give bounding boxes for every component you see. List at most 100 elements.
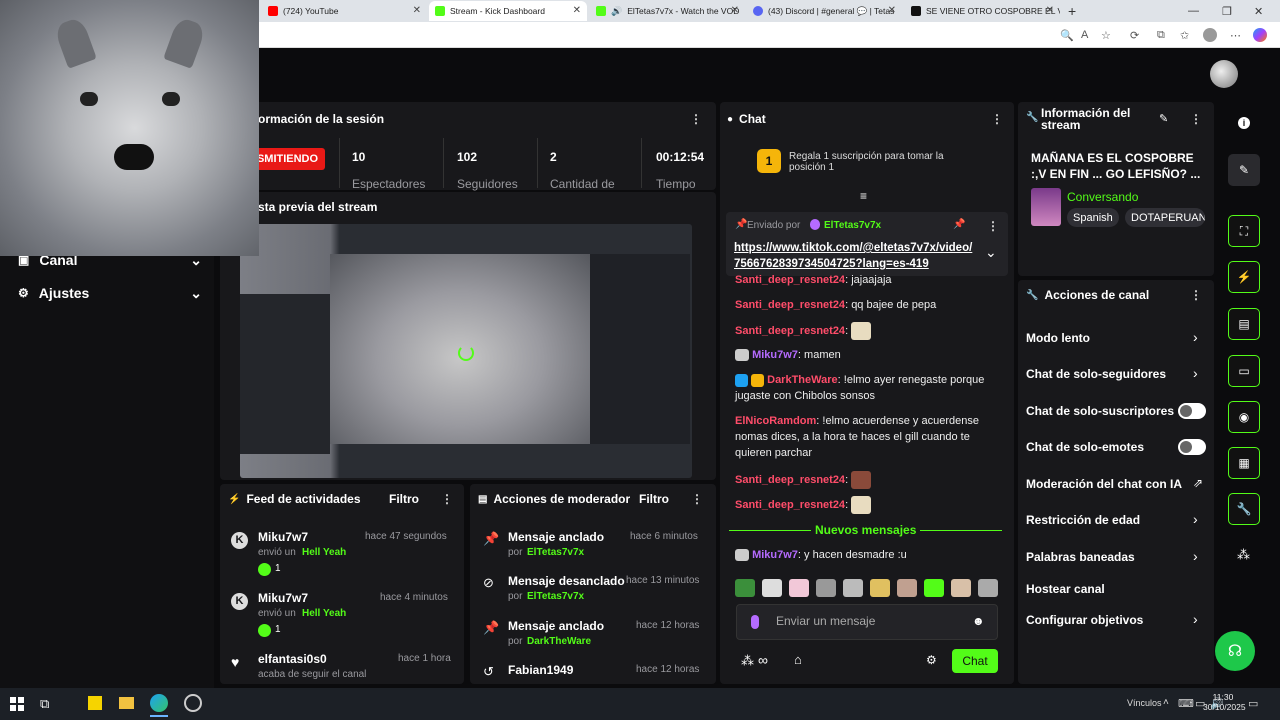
subs-only-toggle[interactable]	[1178, 403, 1206, 419]
external-link-icon[interactable]: ⇗	[1193, 476, 1203, 490]
chat-username[interactable]: Santi_deep_resnet24	[735, 274, 845, 286]
profile-avatar[interactable]	[1203, 28, 1217, 42]
browser-tab[interactable]: (724) YouTube ✕	[262, 1, 427, 21]
tag-chip[interactable]: Spanish	[1067, 208, 1119, 227]
emotes-only-toggle[interactable]	[1178, 439, 1206, 455]
age-restriction-row[interactable]: Restricción de edad	[1026, 513, 1140, 527]
emote-icon[interactable]	[735, 579, 755, 597]
obs-icon[interactable]	[184, 694, 202, 712]
chevron-down-icon[interactable]: ⌄	[985, 244, 997, 261]
browser-tab[interactable]: (43) Discord | #general 💬 | Tetas ✕	[747, 1, 902, 21]
pinned-menu-icon[interactable]: ⋮	[987, 219, 999, 233]
minimize-icon[interactable]: —	[1188, 5, 1199, 17]
infinity-icon[interactable]: ∞	[758, 652, 768, 668]
support-headset-icon[interactable]: ☊	[1215, 631, 1255, 671]
mic-icon[interactable]	[751, 615, 759, 629]
chat-username[interactable]: Santi_deep_resnet24	[735, 299, 845, 311]
chat-username[interactable]: DarkTheWare	[767, 374, 838, 386]
layout-rail-icon[interactable]: ▦	[1228, 447, 1260, 479]
edit-rail-icon[interactable]: ✎	[1228, 154, 1260, 186]
pinned-user[interactable]: ElTetas7v7x	[824, 220, 881, 231]
mod-user[interactable]: DarkTheWare	[527, 636, 591, 647]
split-screen-icon[interactable]: ⧉	[1157, 29, 1165, 42]
emote-icon[interactable]	[897, 579, 917, 597]
read-aloud-icon[interactable]: A	[1081, 29, 1088, 41]
browser-tab-active[interactable]: Stream - Kick Dashboard ✕	[429, 1, 587, 21]
banned-words-row[interactable]: Palabras baneadas	[1026, 550, 1135, 564]
send-chat-button[interactable]: Chat	[952, 649, 998, 673]
notifications-icon[interactable]: ▭	[1248, 697, 1258, 710]
zoom-icon[interactable]: 🔍	[1060, 29, 1074, 42]
gift-promo-text[interactable]: Regala 1 suscripción para tomar la posic…	[789, 151, 964, 173]
chat-username[interactable]: Santi_deep_resnet24	[735, 474, 845, 486]
activity-user[interactable]: elfantasi0s0	[258, 652, 327, 666]
sidebar-item-ajustes[interactable]: ⚙ Ajustes ⌄	[18, 283, 202, 303]
chevron-right-icon[interactable]: ›	[1193, 329, 1198, 345]
category-thumbnail[interactable]	[1031, 188, 1061, 226]
close-icon[interactable]: ✕	[888, 5, 896, 16]
activity-filter-button[interactable]: Filtro	[389, 492, 419, 506]
chevron-right-icon[interactable]: ›	[1193, 511, 1198, 527]
chat-username[interactable]: ElNicoRamdom	[735, 415, 816, 427]
clock[interactable]: 11:30 30/10/2025	[1203, 692, 1246, 712]
more-icon[interactable]: ⋯	[1230, 29, 1241, 42]
close-icon[interactable]: ✕	[573, 5, 581, 16]
emote-icon[interactable]	[762, 579, 782, 597]
browser-tab[interactable]: 🔊 ElTetas7v7x - Watch the VOD ✕	[590, 1, 745, 21]
emote-icon[interactable]	[951, 579, 971, 597]
emote-icon[interactable]	[816, 579, 836, 597]
category-link[interactable]: Conversando	[1067, 190, 1138, 204]
windows-start-icon[interactable]	[10, 697, 24, 711]
user-avatar[interactable]	[1210, 60, 1238, 88]
edge-browser-icon[interactable]	[150, 694, 168, 712]
chat-username[interactable]: Miku7w7	[752, 549, 798, 561]
favorite-icon[interactable]: ☆	[1101, 29, 1111, 42]
subs-only-row[interactable]: Chat de solo-suscriptores	[1026, 404, 1174, 418]
file-explorer-icon[interactable]	[119, 697, 134, 709]
emote-icon[interactable]	[843, 579, 863, 597]
chevron-right-icon[interactable]: ›	[1193, 365, 1198, 381]
pinned-pin-icon[interactable]: 📌	[953, 219, 965, 230]
emote-icon[interactable]	[870, 579, 890, 597]
pinned-link[interactable]: https://www.tiktok.com/@eltetas7v7x/vide…	[734, 240, 974, 272]
browser-tab[interactable]: SE VIENE OTRO COSPOBRE EL VIE ✕	[905, 1, 1060, 21]
chat-username[interactable]: Santi_deep_resnet24	[735, 325, 845, 337]
edit-icon[interactable]: ✎	[1159, 112, 1168, 125]
task-view-icon[interactable]: ⧉	[40, 696, 49, 712]
activity-user[interactable]: Miku7w7	[258, 591, 308, 605]
keyboard-icon[interactable]: ⌨	[1178, 697, 1194, 710]
slow-mode-row[interactable]: Modo lento	[1026, 331, 1090, 345]
emote-icon[interactable]	[789, 579, 809, 597]
chat-settings-gear-icon[interactable]: ⚙	[926, 653, 937, 667]
tray-label[interactable]: Vínculos	[1127, 698, 1162, 708]
emote-icon[interactable]	[924, 579, 944, 597]
broadcast-rail-icon[interactable]: ◉	[1228, 401, 1260, 433]
chat-rail-icon[interactable]: ▭	[1228, 355, 1260, 387]
copilot-icon[interactable]	[1253, 28, 1267, 42]
favorites-icon[interactable]: ✩	[1180, 29, 1189, 42]
chat-username[interactable]: Santi_deep_resnet24	[735, 499, 845, 511]
chat-menu-icon[interactable]: ⋮	[991, 112, 1003, 126]
store-icon[interactable]: ⌂	[794, 652, 802, 667]
activity-menu-icon[interactable]: ⋮	[441, 492, 453, 506]
new-tab-button[interactable]: +	[1068, 3, 1076, 19]
window-close-icon[interactable]: ✕	[1254, 5, 1263, 18]
emoji-icon[interactable]: ☻	[972, 614, 985, 628]
close-icon[interactable]: ✕	[1046, 5, 1054, 16]
channel-actions-menu-icon[interactable]: ⋮	[1190, 288, 1202, 302]
points-icon[interactable]: ⁂	[741, 653, 754, 669]
close-icon[interactable]: ✕	[413, 5, 421, 16]
chat-username[interactable]: Miku7w7	[752, 349, 798, 361]
info-icon[interactable]: i	[1238, 117, 1250, 129]
mod-action[interactable]: Fabian1949	[508, 663, 573, 677]
tray-chevron-icon[interactable]: ˄	[1163, 697, 1169, 708]
chat-input-placeholder[interactable]: Enviar un mensaje	[776, 614, 875, 628]
document-rail-icon[interactable]: ▤	[1228, 308, 1260, 340]
mod-user[interactable]: ElTetas7v7x	[527, 591, 584, 602]
stream-info-menu-icon[interactable]: ⋮	[1190, 112, 1202, 126]
emote-icon[interactable]	[978, 579, 998, 597]
chevron-right-icon[interactable]: ›	[1193, 611, 1198, 627]
tag-chip[interactable]: DOTAPERUANO	[1125, 208, 1205, 227]
points-rail-icon[interactable]: ⁂	[1237, 547, 1250, 563]
mod-menu-icon[interactable]: ⋮	[691, 492, 703, 506]
